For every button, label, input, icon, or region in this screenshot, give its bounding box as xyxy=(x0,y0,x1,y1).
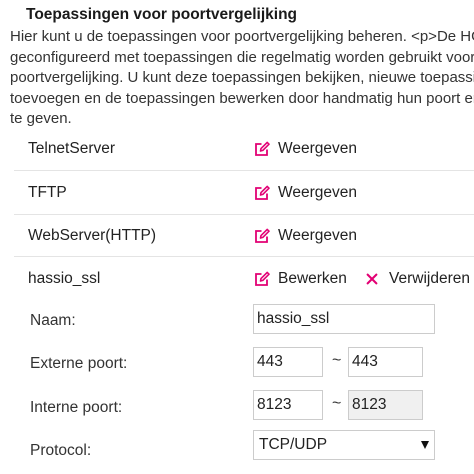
description-line: te geven. xyxy=(10,110,72,127)
description-line: geconfigureerd met toepassingen die rege… xyxy=(10,48,474,66)
view-button-label: Weergeven xyxy=(278,184,357,201)
protocol-select[interactable]: TCP/UDP xyxy=(253,430,435,460)
internal-port-start-input[interactable] xyxy=(253,390,323,420)
view-button[interactable]: Weergeven xyxy=(254,140,357,158)
row-divider xyxy=(14,170,474,171)
application-name: TFTP xyxy=(28,184,67,201)
edit-icon xyxy=(255,141,270,156)
edit-button[interactable]: Bewerken xyxy=(254,270,347,288)
protocol-label: Protocol: xyxy=(30,442,92,459)
description-line: toevoegen en de toepassingen bewerken do… xyxy=(10,89,474,107)
view-button-label: Weergeven xyxy=(278,140,357,157)
delete-button-label: Verwijderen xyxy=(389,270,470,287)
external-port-end-input[interactable] xyxy=(348,347,423,377)
application-name: TelnetServer xyxy=(28,140,116,157)
delete-button[interactable]: Verwijderen xyxy=(365,270,470,288)
internal-port-end-input xyxy=(348,390,423,420)
section-title: Toepassingen voor poortvergelijking xyxy=(26,6,298,23)
name-label: Naam: xyxy=(30,312,76,329)
range-separator: ~ xyxy=(332,352,342,369)
chevron-down-icon xyxy=(421,441,429,449)
range-separator: ~ xyxy=(332,395,342,412)
external-port-label: Externe poort: xyxy=(30,355,128,372)
section-description: Hier kunt u de toepassingen voor poortve… xyxy=(10,27,474,130)
description-line: poortvergelijking. U kunt deze toepassin… xyxy=(10,69,474,86)
edit-icon xyxy=(255,185,270,200)
description-line: Hier kunt u de toepassingen voor poortve… xyxy=(10,28,474,45)
row-divider xyxy=(14,256,474,257)
view-button-label: Weergeven xyxy=(278,227,357,244)
internal-port-label: Interne poort: xyxy=(30,399,123,416)
edit-icon xyxy=(255,271,270,286)
view-button[interactable]: Weergeven xyxy=(254,184,357,202)
external-port-start-input[interactable] xyxy=(253,347,323,377)
protocol-selected-value: TCP/UDP xyxy=(259,436,328,453)
application-name: WebServer(HTTP) xyxy=(28,227,157,244)
edit-button-label: Bewerken xyxy=(278,270,347,287)
edit-icon xyxy=(255,228,270,243)
application-name: hassio_ssl xyxy=(28,270,101,287)
view-button[interactable]: Weergeven xyxy=(254,227,357,245)
name-input[interactable] xyxy=(253,304,435,334)
row-divider xyxy=(14,214,474,215)
close-icon xyxy=(366,273,378,285)
